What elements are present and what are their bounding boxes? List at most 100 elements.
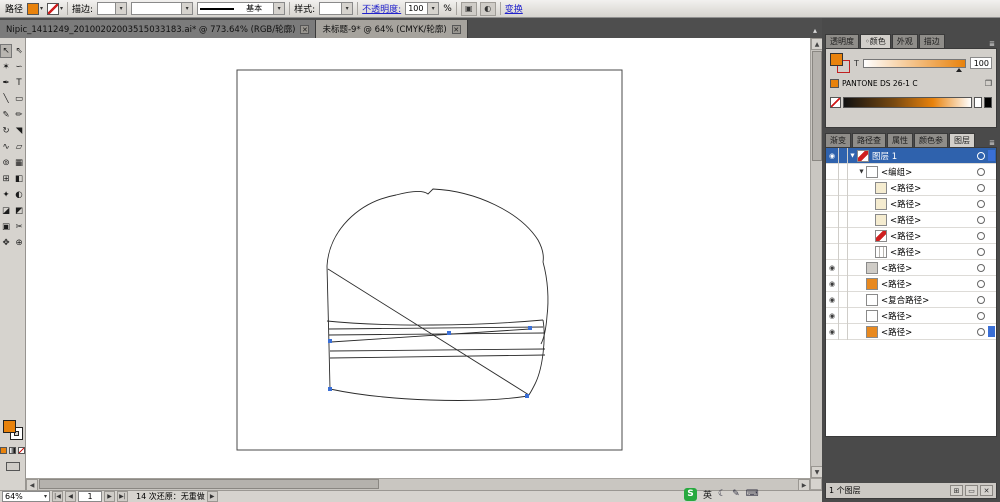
- mesh-tool[interactable]: ⊞: [0, 172, 12, 186]
- stroke-color-swatch[interactable]: ▾: [47, 3, 63, 15]
- target-circle[interactable]: [977, 328, 985, 336]
- eyedropper-tool[interactable]: ✦: [0, 188, 12, 202]
- gradient-mode-button[interactable]: [9, 447, 16, 454]
- rotate-tool[interactable]: ↻: [0, 124, 12, 138]
- pencil-tool[interactable]: ✏: [13, 108, 25, 122]
- panel-tab[interactable]: 图层: [949, 133, 975, 147]
- tab-scroll-icon[interactable]: ▴: [813, 26, 822, 38]
- lock-toggle[interactable]: [839, 180, 848, 196]
- none-mode-button[interactable]: [18, 447, 25, 454]
- moon-icon[interactable]: ☾: [718, 489, 726, 499]
- lasso-tool[interactable]: ∽: [13, 60, 25, 74]
- width-profile-select[interactable]: ▾: [131, 2, 193, 15]
- layer-row[interactable]: ◉▼图层 1: [826, 148, 996, 164]
- doc-tab[interactable]: Nipic_1411249_20100202003515033183.ai* @…: [0, 20, 316, 38]
- anchor-points[interactable]: [328, 326, 532, 398]
- status-menu-button[interactable]: ▶: [207, 491, 218, 502]
- slice-tool[interactable]: ✂: [13, 220, 25, 234]
- visibility-toggle[interactable]: [826, 180, 839, 196]
- layer-row[interactable]: ◉<路径>: [826, 324, 996, 340]
- visibility-toggle[interactable]: ◉: [826, 260, 839, 276]
- vertical-scrollbar[interactable]: ▲ ▼: [810, 38, 822, 478]
- layer-row[interactable]: ◉<路径>: [826, 260, 996, 276]
- anchor-point[interactable]: [447, 331, 451, 335]
- target-circle[interactable]: [977, 216, 985, 224]
- lock-toggle[interactable]: [839, 228, 848, 244]
- tint-ramp[interactable]: [843, 97, 972, 108]
- rectangle-tool[interactable]: ▭: [13, 92, 25, 106]
- sogou-icon[interactable]: S: [684, 488, 697, 501]
- lock-toggle[interactable]: [839, 164, 848, 180]
- fill-stroke-indicator[interactable]: [830, 53, 850, 73]
- target-circle[interactable]: [977, 280, 985, 288]
- layer-row[interactable]: <路径>: [826, 244, 996, 260]
- close-icon[interactable]: ✕: [452, 25, 461, 34]
- page-number-field[interactable]: 1: [78, 491, 102, 502]
- keyboard-icon[interactable]: ⌨: [746, 489, 759, 499]
- magic-wand-tool[interactable]: ✶: [0, 60, 12, 74]
- visibility-toggle[interactable]: [826, 212, 839, 228]
- tint-slider[interactable]: [863, 59, 966, 68]
- screen-mode-button[interactable]: [6, 462, 20, 471]
- lock-toggle[interactable]: [839, 148, 848, 164]
- target-circle[interactable]: [977, 168, 985, 176]
- layer-row[interactable]: ▼<编组>: [826, 164, 996, 180]
- live-paint-selection-tool[interactable]: ◩: [13, 204, 25, 218]
- prev-page-button[interactable]: ◀: [65, 491, 76, 502]
- visibility-toggle[interactable]: [826, 196, 839, 212]
- doc-tab[interactable]: 未标题-9* @ 64% (CMYK/轮廓)✕: [316, 20, 467, 38]
- new-layer-button[interactable]: ▭: [965, 485, 978, 496]
- white-swatch[interactable]: [974, 97, 982, 108]
- panel-tab[interactable]: 描边: [919, 34, 945, 48]
- lock-toggle[interactable]: [839, 260, 848, 276]
- tint-value-field[interactable]: 100: [970, 57, 992, 69]
- lock-toggle[interactable]: [839, 292, 848, 308]
- opacity-link[interactable]: 不透明度:: [362, 2, 401, 15]
- first-page-button[interactable]: |◀: [52, 491, 63, 502]
- visibility-toggle[interactable]: ◉: [826, 292, 839, 308]
- brush-definition-select[interactable]: 基本 ▾: [197, 2, 285, 15]
- anchor-point[interactable]: [528, 326, 532, 330]
- type-tool[interactable]: T: [13, 76, 25, 90]
- panel-tab[interactable]: 渐变: [825, 133, 851, 147]
- select-similar-button[interactable]: ▣: [461, 2, 477, 16]
- target-circle[interactable]: [977, 232, 985, 240]
- visibility-toggle[interactable]: ◉: [826, 324, 839, 340]
- stroke-weight-select[interactable]: ▾: [97, 2, 127, 15]
- recolor-artwork-button[interactable]: ◐: [480, 2, 496, 16]
- lock-toggle[interactable]: [839, 212, 848, 228]
- cake-outline-paths[interactable]: [327, 189, 548, 400]
- pen-icon[interactable]: ✎: [732, 489, 740, 499]
- target-circle[interactable]: [977, 312, 985, 320]
- selection-tool[interactable]: ↖: [0, 44, 12, 58]
- graph-tool[interactable]: ▦: [13, 156, 25, 170]
- panel-tab[interactable]: 外观: [892, 34, 918, 48]
- hand-tool[interactable]: ✥: [0, 236, 12, 250]
- slider-marker-icon[interactable]: [956, 68, 962, 72]
- symbol-sprayer-tool[interactable]: ⊚: [0, 156, 12, 170]
- panel-tab[interactable]: 路径查: [852, 133, 886, 147]
- target-circle[interactable]: [977, 184, 985, 192]
- free-transform-tool[interactable]: ▱: [13, 140, 25, 154]
- crop-area-tool[interactable]: ▣: [0, 220, 12, 234]
- fill-stroke-indicator[interactable]: [3, 420, 23, 440]
- visibility-toggle[interactable]: ◉: [826, 148, 839, 164]
- new-sublayer-button[interactable]: ⊞: [950, 485, 963, 496]
- target-circle[interactable]: [977, 152, 985, 160]
- delete-layer-button[interactable]: ✕: [980, 485, 993, 496]
- visibility-toggle[interactable]: ◉: [826, 308, 839, 324]
- scale-tool[interactable]: ◥: [13, 124, 25, 138]
- next-page-button[interactable]: ▶: [104, 491, 115, 502]
- panel-tab[interactable]: 颜色参: [914, 133, 948, 147]
- lock-toggle[interactable]: [839, 276, 848, 292]
- visibility-toggle[interactable]: [826, 244, 839, 260]
- anchor-point[interactable]: [525, 394, 529, 398]
- anchor-point[interactable]: [328, 387, 332, 391]
- pen-tool[interactable]: ✒: [0, 76, 12, 90]
- blend-tool[interactable]: ◐: [13, 188, 25, 202]
- zoom-level-select[interactable]: 64% ▾: [2, 491, 50, 502]
- visibility-toggle[interactable]: [826, 228, 839, 244]
- color-mode-button[interactable]: [0, 447, 7, 454]
- line-tool[interactable]: ╲: [0, 92, 12, 106]
- chevron-down-icon[interactable]: ▾: [40, 6, 43, 12]
